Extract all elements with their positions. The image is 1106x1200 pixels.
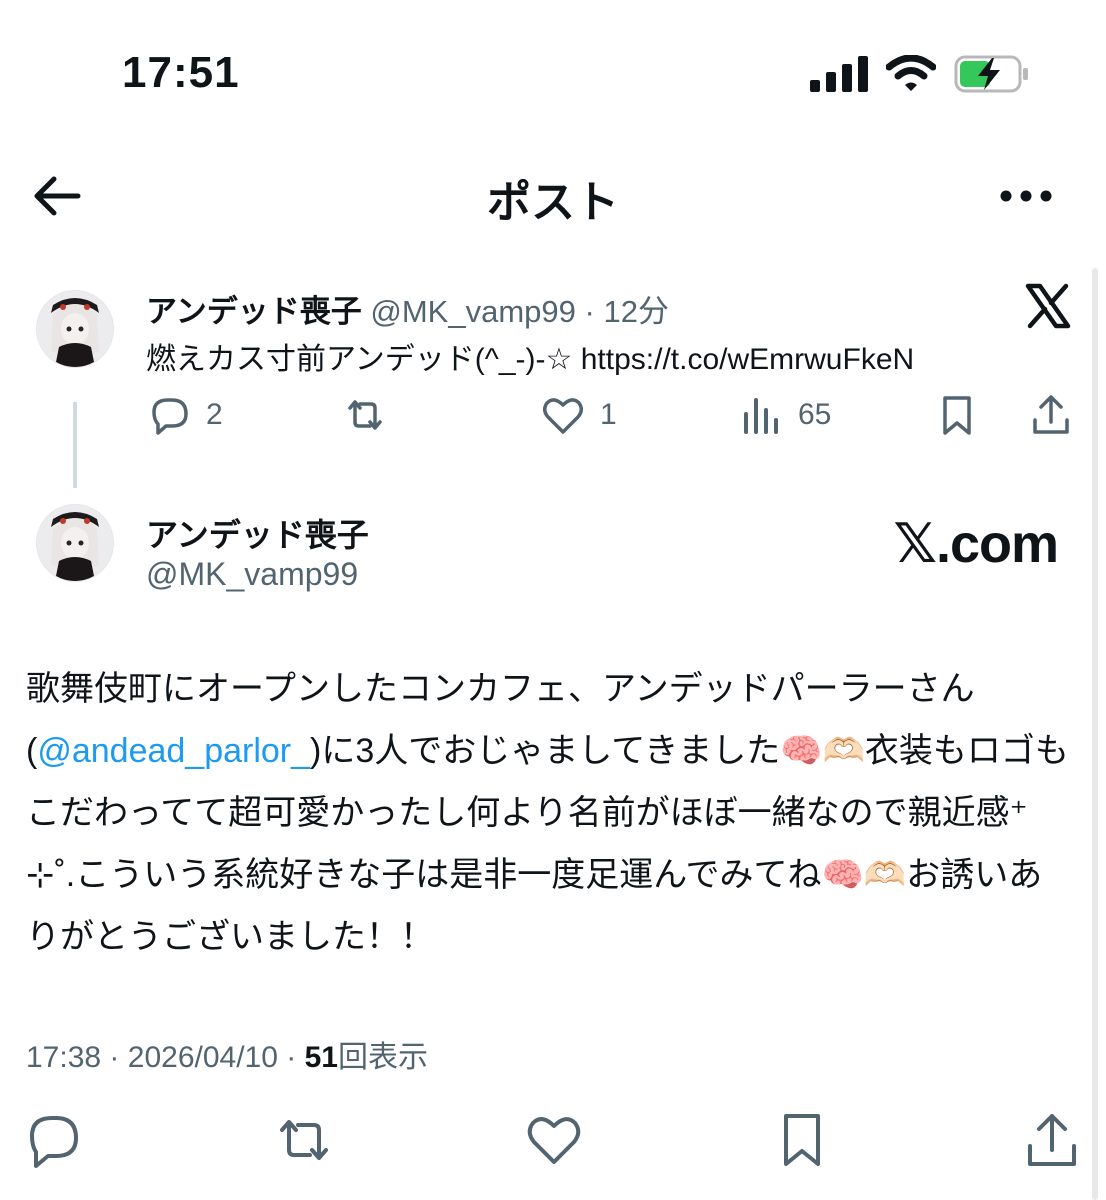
separator: · (109, 1041, 120, 1074)
heart-icon (543, 398, 583, 434)
post-meta: 17:38 · 2026/04/10 · 51回表示 (26, 1032, 428, 1076)
status-icons (810, 55, 1030, 93)
thread-line (73, 402, 77, 488)
post-time: 17:38 (26, 1041, 102, 1074)
bookmark-button[interactable] (934, 392, 980, 438)
more-button[interactable] (998, 176, 1054, 216)
views-number: 51 (304, 1041, 338, 1074)
time-ago: 12分 (603, 294, 669, 329)
avatar[interactable] (36, 290, 114, 368)
user-handle[interactable]: @MK_vamp99 (370, 294, 576, 329)
share-button[interactable] (1028, 392, 1074, 438)
repost-icon (348, 400, 382, 430)
x-logo-icon (1025, 283, 1071, 329)
signal-icon (810, 56, 868, 92)
quoted-post-header: アンデッド喪子 @MK_vamp99 · 12分 (146, 286, 669, 331)
post-date: 2026/04/10 (127, 1041, 278, 1074)
post-action-bar (0, 1110, 1106, 1180)
reply-count: 2 (206, 398, 223, 431)
views-label: 回表示 (337, 1041, 428, 1074)
bookmark-icon (943, 396, 971, 435)
like-button[interactable] (524, 1110, 584, 1170)
like-count: 1 (600, 398, 617, 431)
page-title: ポスト (487, 178, 619, 227)
views-button[interactable]: 65 (738, 392, 831, 438)
avatar[interactable] (36, 504, 114, 582)
status-time: 17:51 (122, 48, 240, 97)
post-text: 歌舞伎町にオープンしたコンカフェ、アンデッドパーラーさん(@andead_par… (26, 658, 1076, 968)
xcom-watermark: 𝕏.com (893, 514, 1059, 574)
user-handle[interactable]: @MK_vamp99 (146, 556, 358, 593)
share-icon (1033, 395, 1069, 434)
display-name[interactable]: アンデッド喪子 (146, 510, 369, 556)
bookmark-button[interactable] (772, 1110, 832, 1170)
battery-charging-icon (954, 55, 1028, 93)
views-count: 65 (798, 398, 832, 431)
reply-button[interactable]: 2 (146, 392, 223, 438)
wifi-icon (886, 55, 936, 91)
avatar-image (37, 505, 113, 581)
mention-link[interactable]: @andead_parlor_ (37, 732, 310, 770)
display-name[interactable]: アンデッド喪子 (146, 294, 362, 329)
like-button[interactable]: 1 (540, 392, 617, 438)
reply-icon (152, 398, 188, 435)
repost-button[interactable] (342, 392, 402, 438)
reply-button[interactable] (24, 1110, 84, 1170)
views-icon (744, 398, 778, 434)
share-button[interactable] (1022, 1110, 1082, 1170)
quoted-post-actions: 2 1 65 (146, 392, 1076, 442)
scrollbar[interactable] (1092, 268, 1098, 1200)
avatar-image (37, 291, 113, 367)
quoted-post-text: 燃えカス寸前アンデッド(^_-)-☆ https://t.co/wEmrwuFk… (146, 343, 915, 376)
repost-button[interactable] (274, 1110, 334, 1170)
separator: · (286, 1041, 297, 1074)
separator: · (584, 294, 595, 329)
